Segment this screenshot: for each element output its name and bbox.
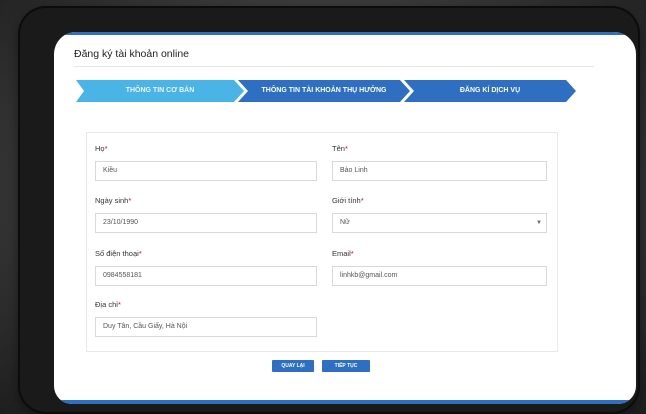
step-label: THÔNG TIN CƠ BẢN (125, 87, 195, 94)
step-basic-info[interactable]: THÔNG TIN CƠ BẢN (76, 80, 244, 102)
step-register-service[interactable]: ĐĂNG KÍ DỊCH VỤ (404, 80, 576, 102)
caret-down-icon: ▼ (536, 220, 542, 226)
gender-selected-value: Nữ (340, 219, 350, 226)
step-beneficiary-account[interactable]: THÔNG TIN TÀI KHOẢN THỤ HƯỞNG (238, 80, 410, 102)
next-button[interactable]: TIẾP TỤC (322, 360, 370, 372)
first-name-label: Tên* (332, 144, 348, 153)
last-name-label: Họ* (95, 144, 108, 153)
address-input[interactable]: Duy Tân, Cầu Giấy, Hà Nội (95, 317, 317, 337)
phone-input[interactable]: 0984558181 (95, 266, 317, 286)
label-text: Tên (332, 144, 345, 153)
step-label: ĐĂNG KÍ DỊCH VỤ (459, 87, 521, 94)
required-mark: * (344, 144, 348, 153)
email-input[interactable]: linhkb@gmail.com (332, 266, 547, 286)
back-button[interactable]: QUAY LẠI (272, 360, 314, 372)
label-text: Địa chỉ (95, 300, 118, 309)
birth-date-label: Ngày sinh* (95, 196, 131, 205)
phone-label: Số điện thoại* (95, 249, 142, 258)
screen-bottom-accent (54, 400, 636, 404)
label-text: Email (332, 249, 351, 258)
email-label: Email* (332, 249, 354, 258)
birth-date-input[interactable]: 23/10/1990 (95, 213, 317, 233)
registration-form: Họ* Kiều Tên* Bảo Linh Ngày sinh* 23/10/… (86, 132, 558, 352)
title-divider (74, 66, 594, 67)
label-text: Số điện thoại (95, 249, 139, 258)
address-label: Địa chỉ* (95, 300, 121, 309)
required-mark: * (360, 196, 364, 205)
first-name-input[interactable]: Bảo Linh (332, 161, 547, 181)
required-mark: * (117, 300, 121, 309)
gender-label: Giới tính* (332, 196, 364, 205)
required-mark: * (128, 196, 132, 205)
page-title: Đăng ký tài khoản online (74, 48, 189, 60)
required-mark: * (350, 249, 354, 258)
label-text: Họ (95, 144, 105, 153)
tablet-frame: Đăng ký tài khoản online THÔNG TIN CƠ BẢ… (20, 8, 638, 412)
required-mark: * (104, 144, 108, 153)
step-label: THÔNG TIN TÀI KHOẢN THỤ HƯỞNG (261, 87, 387, 94)
last-name-input[interactable]: Kiều (95, 161, 317, 181)
screen-top-accent (54, 32, 636, 35)
registration-stepper: THÔNG TIN CƠ BẢN THÔNG TIN TÀI KHOẢN THỤ… (76, 80, 576, 102)
screen: Đăng ký tài khoản online THÔNG TIN CƠ BẢ… (54, 32, 636, 404)
label-text: Ngày sinh (95, 196, 129, 205)
gender-select[interactable]: Nữ ▼ (332, 213, 547, 233)
required-mark: * (138, 249, 142, 258)
label-text: Giới tính (332, 196, 361, 205)
form-actions: QUAY LẠI TIẾP TỤC (54, 360, 636, 374)
